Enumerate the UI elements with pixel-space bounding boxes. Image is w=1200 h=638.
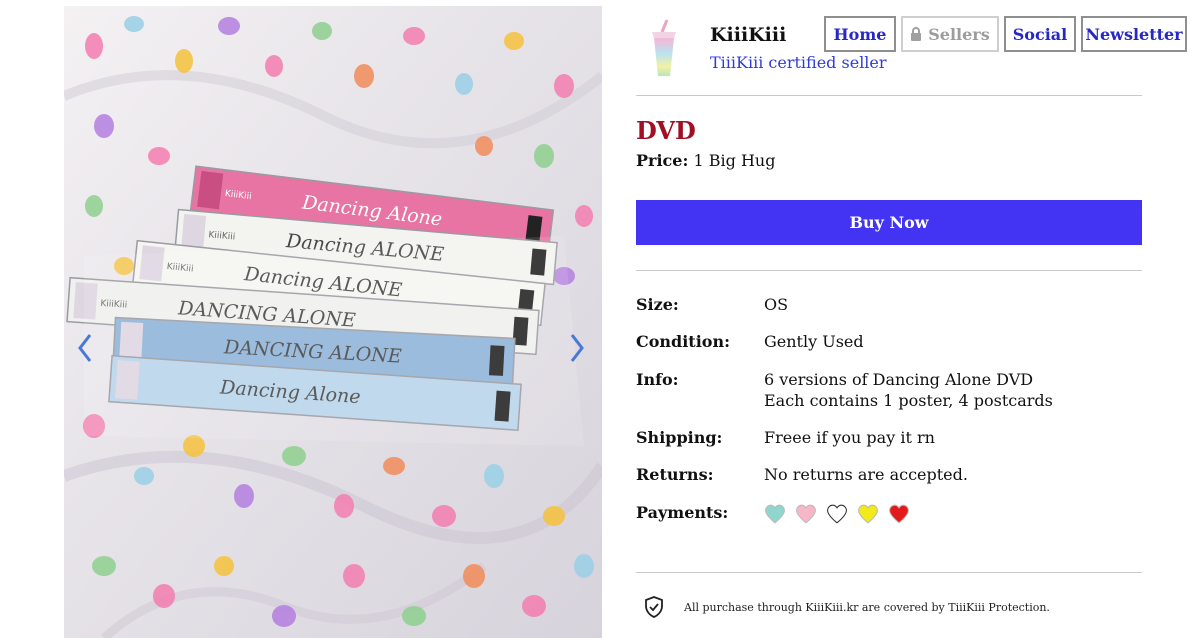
divider bbox=[636, 95, 1142, 96]
divider bbox=[636, 270, 1142, 271]
spec-label: Condition: bbox=[636, 332, 730, 351]
spec-label: Returns: bbox=[636, 465, 714, 484]
shop-name: KiiiKiii bbox=[710, 24, 787, 46]
divider bbox=[636, 572, 1142, 573]
nav-home-button[interactable]: Home bbox=[824, 16, 896, 52]
price-value: 1 Big Hug bbox=[693, 151, 776, 170]
product-photo: Dancing Alone KiiiKiii Dancing ALONE KiiiKi… bbox=[64, 6, 602, 638]
nav-newsletter-button[interactable]: Newsletter bbox=[1081, 16, 1187, 52]
nav-sellers-button[interactable]: Sellers bbox=[901, 16, 999, 52]
chevron-left-icon bbox=[78, 334, 92, 362]
top-nav: Home Sellers Social Newsletter bbox=[824, 16, 1187, 52]
info-line-2: Each contains 1 poster, 4 postcards bbox=[764, 391, 1053, 410]
spec-label: Info: bbox=[636, 370, 679, 389]
nav-sellers-label: Sellers bbox=[928, 24, 990, 44]
product-price: Price: 1 Big Hug bbox=[636, 151, 775, 170]
payment-methods bbox=[764, 504, 910, 524]
spec-value: 6 versions of Dancing Alone DVD Each con… bbox=[764, 369, 1053, 411]
prev-image-arrow[interactable] bbox=[72, 328, 98, 368]
spec-value: OS bbox=[764, 295, 789, 314]
spec-value: No returns are accepted. bbox=[764, 465, 968, 484]
white-heart-icon bbox=[826, 504, 848, 524]
teal-heart-icon bbox=[764, 504, 786, 524]
dvd-stack-image: Dancing AloneKiiiKiiiDancing ALONEKiiiKi… bbox=[64, 6, 602, 638]
info-line-1: 6 versions of Dancing Alone DVD bbox=[764, 370, 1034, 389]
yellow-heart-icon bbox=[857, 504, 879, 524]
next-image-arrow[interactable] bbox=[564, 328, 590, 368]
lock-icon bbox=[910, 27, 922, 41]
chevron-right-icon bbox=[570, 334, 584, 362]
product-details-panel: KiiiKiii TiiiKiii certified seller Home … bbox=[636, 0, 1187, 638]
product-title: DVD bbox=[636, 116, 696, 145]
red-heart-icon bbox=[888, 504, 910, 524]
spec-label: Payments: bbox=[636, 503, 729, 522]
nav-newsletter-label: Newsletter bbox=[1085, 24, 1183, 44]
spec-label: Size: bbox=[636, 295, 679, 314]
nav-home-label: Home bbox=[833, 24, 887, 44]
nav-social-button[interactable]: Social bbox=[1004, 16, 1076, 52]
shield-check-icon bbox=[645, 596, 663, 618]
protection-notice: All purchase through KiiiKiii.kr are cov… bbox=[644, 596, 1050, 618]
bubble-tea-cup-icon bbox=[652, 19, 676, 76]
spec-label: Shipping: bbox=[636, 428, 723, 447]
protection-text: All purchase through KiiiKiii.kr are cov… bbox=[684, 600, 1050, 614]
buy-now-button[interactable]: Buy Now bbox=[636, 200, 1142, 245]
pink-heart-icon bbox=[795, 504, 817, 524]
spec-value: Freee if you pay it rn bbox=[764, 428, 935, 447]
spec-value: Gently Used bbox=[764, 332, 864, 351]
shop-logo bbox=[640, 18, 688, 80]
nav-social-label: Social bbox=[1012, 24, 1068, 44]
price-label: Price: bbox=[636, 151, 689, 170]
certified-seller-link[interactable]: TiiiKiii certified seller bbox=[710, 53, 887, 72]
